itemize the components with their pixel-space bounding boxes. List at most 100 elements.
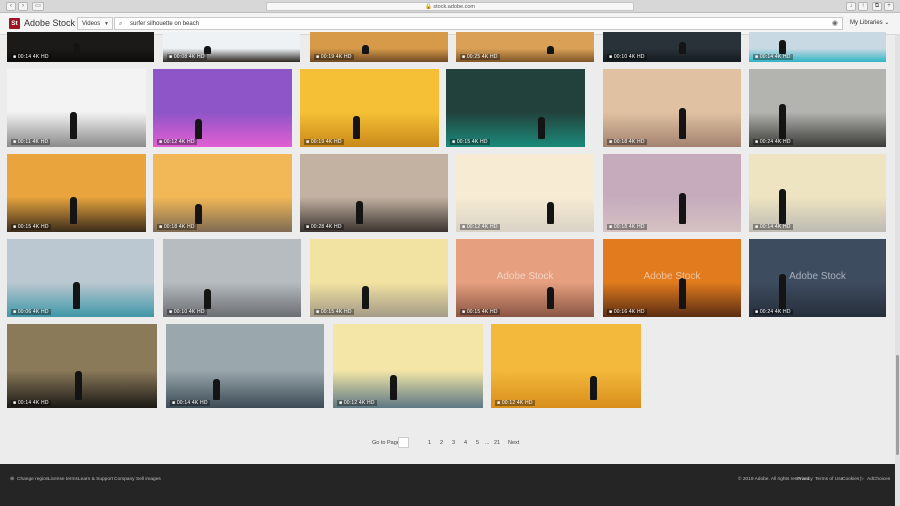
scroll-thumb[interactable] — [896, 355, 899, 455]
video-result-tile[interactable]: ■ 00:18 4K HD — [603, 154, 741, 232]
surfer-silhouette — [204, 46, 211, 54]
surfer-silhouette — [547, 202, 554, 224]
content-type-select[interactable]: Videos ▼ — [77, 17, 113, 30]
video-result-tile[interactable]: ■ 00:19 4K HD — [300, 69, 439, 147]
content-type-value: Videos — [82, 21, 101, 27]
video-result-tile[interactable]: ■ 00:14 4K HD — [7, 324, 157, 408]
video-duration-label: ■ 00:10 4K HD — [167, 309, 207, 315]
duration-text: 00:24 4K HD — [759, 139, 791, 145]
duration-text: 00:12 4K HD — [163, 139, 195, 145]
my-libraries-button[interactable]: My Libraries ⌄ — [850, 18, 889, 29]
surfer-silhouette — [547, 46, 554, 54]
address-bar[interactable]: 🔒 stock.adobe.com — [266, 2, 634, 11]
duration-text: 00:18 4K HD — [163, 224, 195, 230]
video-result-tile[interactable]: ■ 00:10 4K HD — [603, 32, 741, 62]
sell-images-link[interactable]: Sell images — [136, 476, 161, 483]
video-result-tile[interactable]: ■ 00:15 4K HD — [310, 239, 448, 317]
video-result-tile[interactable]: ■ 00:10 4K HD — [163, 239, 301, 317]
surfer-silhouette — [73, 282, 80, 309]
video-result-tile[interactable]: ■ 00:14 4K HD — [166, 324, 324, 408]
duration-text: 00:19 4K HD — [320, 54, 352, 60]
logo-text[interactable]: Adobe Stock — [24, 18, 75, 29]
pagination: Go to Page 1 2 3 4 5 ... 21 Next — [0, 437, 895, 449]
duration-text: 00:15 4K HD — [456, 139, 488, 145]
surfer-silhouette — [70, 112, 77, 139]
video-result-tile[interactable]: ■ 00:12 4K HD — [491, 324, 641, 408]
video-result-tile[interactable]: ■ 00:14 4K HD — [7, 32, 154, 62]
duration-text: 00:16 4K HD — [613, 309, 645, 315]
video-duration-label: ■ 00:18 4K HD — [157, 224, 197, 230]
video-duration-label: ■ 00:18 4K HD — [607, 224, 647, 230]
video-result-tile[interactable]: ■ 00:18 4K HD — [153, 154, 292, 232]
search-value: surfer silhouette on beach — [130, 21, 200, 27]
video-result-tile[interactable]: ■ 00:12 4K HD — [333, 324, 483, 408]
video-result-tile[interactable]: ■ 00:15 4K HD — [446, 69, 585, 147]
page-number-input[interactable] — [398, 437, 409, 448]
video-duration-label: ■ 00:14 4K HD — [170, 400, 210, 406]
surfer-silhouette — [362, 286, 369, 309]
surfer-silhouette — [590, 376, 597, 400]
duration-text: 00:12 4K HD — [466, 224, 498, 230]
video-result-tile[interactable]: ■ 00:14 4K HD — [749, 154, 886, 232]
camera-icon[interactable]: ◉ — [832, 18, 838, 30]
video-duration-label: ■ 00:14 4K HD — [753, 54, 793, 60]
page-link-2[interactable]: 2 — [440, 439, 443, 447]
company-link[interactable]: Company — [114, 476, 135, 483]
video-result-tile[interactable]: ■ 00:28 4K HD — [300, 154, 448, 232]
duration-text: 00:18 4K HD — [613, 224, 645, 230]
video-result-tile[interactable]: ■ 00:12 4K HD — [153, 69, 292, 147]
change-region-link[interactable]: Change region — [17, 476, 48, 483]
page-link-5[interactable]: 5 — [476, 439, 479, 447]
duration-text: 00:14 4K HD — [759, 54, 791, 60]
video-duration-label: ■ 00:24 4K HD — [753, 139, 793, 145]
video-result-tile[interactable]: Adobe Stock ■ 00:24 4K HD — [749, 239, 886, 317]
adobe-stock-watermark: Adobe Stock — [643, 271, 701, 282]
video-result-tile[interactable]: ■ 00:19 4K HD — [310, 32, 448, 62]
video-result-tile[interactable]: ■ 00:25 4K HD — [456, 32, 594, 62]
duration-text: 00:28 4K HD — [310, 224, 342, 230]
video-result-tile[interactable]: ■ 00:18 4K HD — [603, 69, 741, 147]
video-result-tile[interactable]: Adobe Stock ■ 00:16 4K HD — [603, 239, 741, 317]
scrollbar[interactable] — [895, 35, 900, 506]
video-result-tile[interactable]: ■ 00:11 4K HD — [7, 69, 146, 147]
learn-support-link[interactable]: Learn & Support — [78, 476, 113, 483]
video-duration-label: ■ 00:11 4K HD — [11, 139, 51, 145]
search-input[interactable]: ⌕ surfer silhouette on beach ◉ — [114, 17, 843, 30]
page-link-last[interactable]: 21 — [494, 439, 500, 447]
video-result-tile[interactable]: ■ 00:24 4K HD — [749, 69, 886, 147]
video-duration-label: ■ 00:14 4K HD — [11, 400, 51, 406]
video-result-tile[interactable]: Adobe Stock ■ 00:15 4K HD — [456, 239, 594, 317]
download-icon[interactable]: ↓ — [846, 2, 856, 11]
sidebar-icon[interactable]: ▭ — [32, 2, 44, 11]
surfer-silhouette — [70, 197, 77, 224]
adobe-stock-logo[interactable]: St — [9, 18, 20, 29]
duration-text: 00:14 4K HD — [176, 400, 208, 406]
page-link-4[interactable]: 4 — [464, 439, 467, 447]
page-link-1[interactable]: 1 — [428, 439, 431, 447]
new-tab-icon[interactable]: + — [884, 2, 894, 11]
video-duration-label: ■ 00:14 4K HD — [11, 54, 51, 60]
video-result-tile[interactable]: ■ 00:06 4K HD — [7, 239, 154, 317]
video-result-tile[interactable]: ■ 00:15 4K HD — [7, 154, 146, 232]
surfer-silhouette — [390, 375, 397, 400]
forward-icon[interactable]: › — [18, 2, 28, 11]
adchoices-link[interactable]: AdChoices — [867, 476, 890, 483]
back-icon[interactable]: ‹ — [6, 2, 16, 11]
tabs-icon[interactable]: ⧉ — [872, 2, 882, 11]
video-result-tile[interactable]: ■ 00:12 4K HD — [456, 154, 594, 232]
video-result-tile[interactable]: ■ 00:14 4K HD — [749, 32, 886, 62]
next-page-link[interactable]: Next — [508, 439, 519, 447]
video-result-tile[interactable]: ■ 00:08 4K HD — [163, 32, 300, 62]
cookies-link[interactable]: Cookies — [842, 476, 859, 483]
license-terms-link[interactable]: License terms — [48, 476, 78, 483]
duration-text: 00:15 4K HD — [320, 309, 352, 315]
terms-of-use-link[interactable]: Terms of Use — [815, 476, 843, 483]
chevron-down-icon: ▼ — [104, 21, 109, 27]
page-link-3[interactable]: 3 — [452, 439, 455, 447]
video-duration-label: ■ 00:16 4K HD — [607, 309, 647, 315]
video-duration-label: ■ 00:15 4K HD — [460, 309, 500, 315]
surfer-silhouette — [195, 204, 202, 224]
privacy-link[interactable]: Privacy — [797, 476, 813, 483]
share-icon[interactable]: ↑ — [858, 2, 868, 11]
duration-text: 00:10 4K HD — [173, 309, 205, 315]
